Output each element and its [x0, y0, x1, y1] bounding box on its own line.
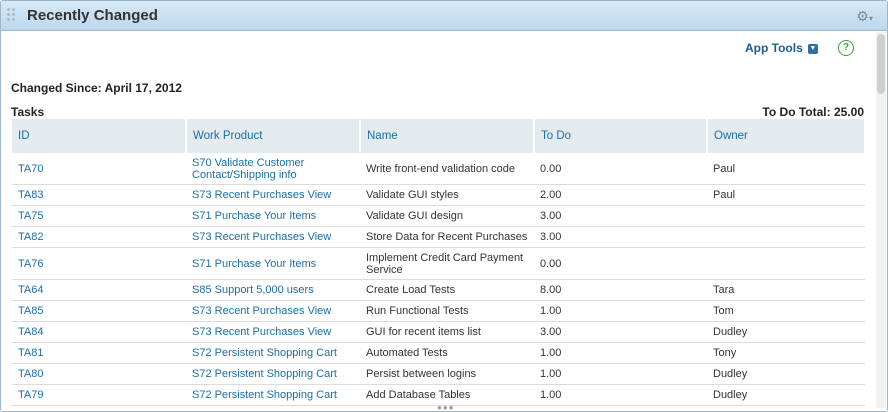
chevron-down-icon: ▼: [807, 43, 818, 54]
drag-handle-icon[interactable]: [7, 8, 17, 24]
task-name: Store Data for Recent Purchases: [360, 226, 534, 248]
task-id-link[interactable]: TA80: [12, 363, 186, 385]
work-product-link[interactable]: S72 Persistent Shopping Cart: [186, 384, 360, 406]
task-id-link[interactable]: TA76: [12, 247, 186, 280]
recently-changed-panel: Recently Changed ⚙▾ App Tools ▼ ? Changed…: [0, 0, 888, 412]
todo-total: To Do Total: 25.00: [762, 105, 864, 119]
column-header-work-product[interactable]: Work Product: [186, 119, 361, 153]
task-owner: Tom: [707, 300, 865, 322]
task-id-link[interactable]: TA82: [12, 226, 186, 248]
task-todo: 1.00: [534, 384, 707, 406]
task-id-link[interactable]: TA84: [12, 321, 186, 343]
work-product-link[interactable]: S73 Recent Purchases View: [186, 300, 360, 322]
task-owner: Dudley: [707, 384, 865, 406]
task-owner: [707, 226, 865, 248]
task-todo: 1.00: [534, 363, 707, 385]
app-tools-label: App Tools: [745, 41, 803, 55]
table-row: TA64 S85 Support 5,000 users Create Load…: [12, 279, 865, 301]
task-owner: [707, 247, 865, 280]
task-id-link[interactable]: TA79: [12, 384, 186, 406]
column-header-owner[interactable]: Owner: [707, 119, 866, 153]
task-id-link[interactable]: TA85: [12, 300, 186, 322]
vertical-scrollbar[interactable]: [876, 32, 886, 408]
task-name: Implement Credit Card Payment Service: [360, 247, 534, 280]
task-owner: Dudley: [707, 321, 865, 343]
scrollbar-thumb[interactable]: [877, 34, 885, 94]
work-product-link[interactable]: S72 Persistent Shopping Cart: [186, 363, 360, 385]
table-row: TA80 S72 Persistent Shopping Cart Persis…: [12, 363, 865, 385]
task-id-link[interactable]: TA70: [12, 153, 186, 185]
column-header-name[interactable]: Name: [360, 119, 535, 153]
section-title: Tasks: [11, 105, 45, 119]
work-product-link[interactable]: S73 Recent Purchases View: [186, 226, 360, 248]
task-id-link[interactable]: TA81: [12, 342, 186, 364]
panel-title: Recently Changed: [27, 7, 158, 24]
task-name: Write front-end validation code: [360, 153, 534, 185]
task-name: Validate GUI design: [360, 205, 534, 227]
work-product-link[interactable]: S85 Support 5,000 users: [186, 279, 360, 301]
table-row: TA76 S71 Purchase Your Items Implement C…: [12, 247, 865, 280]
task-name: Persist between logins: [360, 363, 534, 385]
work-product-link[interactable]: S73 Recent Purchases View: [186, 321, 360, 343]
table-row: TA70 S70 Validate Customer Contact/Shipp…: [12, 153, 865, 185]
task-owner: Tony: [707, 342, 865, 364]
task-owner: Dudley: [707, 363, 865, 385]
task-todo: 0.00: [534, 153, 707, 185]
gear-icon[interactable]: ⚙▾: [856, 8, 873, 25]
task-todo: 3.00: [534, 205, 707, 227]
table-row: TA84 S73 Recent Purchases View GUI for r…: [12, 321, 865, 343]
task-todo: 0.00: [534, 247, 707, 280]
task-todo: 1.00: [534, 342, 707, 364]
table-row: TA83 S73 Recent Purchases View Validate …: [12, 184, 865, 206]
task-id-link[interactable]: TA75: [12, 205, 186, 227]
task-id-link[interactable]: TA64: [12, 279, 186, 301]
work-product-link[interactable]: S72 Persistent Shopping Cart: [186, 342, 360, 364]
task-todo: 8.00: [534, 279, 707, 301]
table-row: TA82 S73 Recent Purchases View Store Dat…: [12, 226, 865, 248]
work-product-link[interactable]: S70 Validate Customer Contact/Shipping i…: [186, 153, 360, 185]
work-product-link[interactable]: S71 Purchase Your Items: [186, 205, 360, 227]
task-name: GUI for recent items list: [360, 321, 534, 343]
column-header-id[interactable]: ID: [12, 119, 187, 153]
table-row: TA75 S71 Purchase Your Items Validate GU…: [12, 205, 865, 227]
resize-handle-icon[interactable]: ●●●: [437, 403, 455, 411]
work-product-link[interactable]: S71 Purchase Your Items: [186, 247, 360, 280]
task-todo: 1.00: [534, 300, 707, 322]
task-name: Run Functional Tests: [360, 300, 534, 322]
task-owner: [707, 205, 865, 227]
task-name: Create Load Tests: [360, 279, 534, 301]
task-name: Validate GUI styles: [360, 184, 534, 206]
app-tools-button[interactable]: App Tools ▼: [745, 41, 818, 55]
task-todo: 2.00: [534, 184, 707, 206]
changed-since-label: Changed Since: April 17, 2012: [11, 81, 182, 95]
task-id-link[interactable]: TA83: [12, 184, 186, 206]
work-product-link[interactable]: S73 Recent Purchases View: [186, 184, 360, 206]
task-todo: 3.00: [534, 321, 707, 343]
table-row: TA81 S72 Persistent Shopping Cart Automa…: [12, 342, 865, 364]
task-owner: Paul: [707, 184, 865, 206]
task-owner: Tara: [707, 279, 865, 301]
tasks-table: ID Work Product Name To Do Owner TA70 S7…: [12, 119, 866, 406]
task-todo: 3.00: [534, 226, 707, 248]
help-icon[interactable]: ?: [838, 40, 854, 56]
table-row: TA85 S73 Recent Purchases View Run Funct…: [12, 300, 865, 322]
panel-titlebar[interactable]: Recently Changed ⚙▾: [1, 1, 887, 31]
task-owner: Paul: [707, 153, 865, 185]
column-header-todo[interactable]: To Do: [534, 119, 708, 153]
task-name: Automated Tests: [360, 342, 534, 364]
